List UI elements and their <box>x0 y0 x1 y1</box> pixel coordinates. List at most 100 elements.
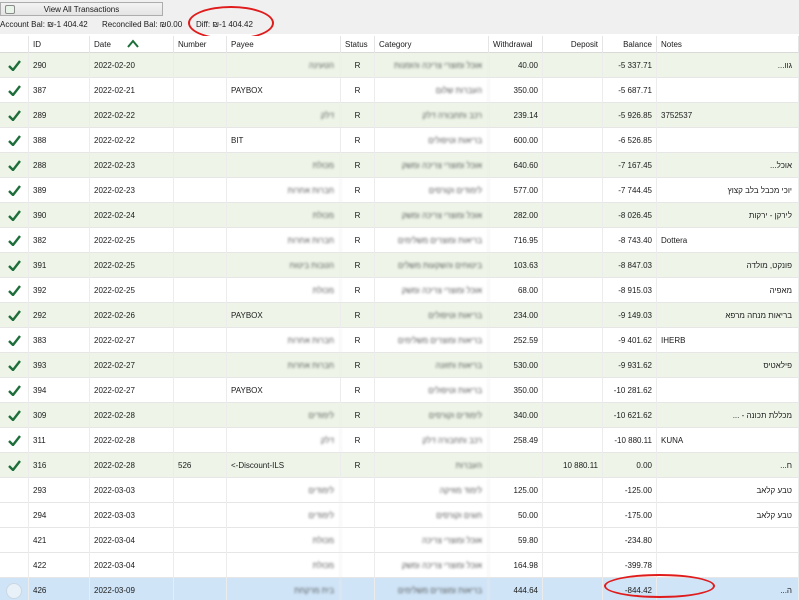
row-deposit[interactable] <box>543 228 603 253</box>
row-number[interactable] <box>174 503 227 528</box>
row-date[interactable]: 2022-03-04 <box>90 553 174 578</box>
table-row[interactable]: 387 2022-02-21 PAYBOX R העברות שלום 350.00 -5 … <box>0 78 799 103</box>
col-header-category[interactable]: Category <box>375 36 489 53</box>
row-id[interactable]: 294 <box>29 503 90 528</box>
row-notes[interactable] <box>657 528 799 553</box>
row-id[interactable]: 394 <box>29 378 90 403</box>
row-category[interactable]: בריאות וטיפולים <box>375 128 489 153</box>
row-deposit[interactable] <box>543 253 603 278</box>
row-notes[interactable]: KUNA <box>657 428 799 453</box>
row-category[interactable]: בריאות ומוצרים משלימים <box>375 578 489 600</box>
row-balance[interactable]: -10 880.11 <box>603 428 657 453</box>
row-payee[interactable]: מכולת <box>227 153 341 178</box>
col-header-number[interactable]: Number <box>174 36 227 53</box>
row-date[interactable]: 2022-02-24 <box>90 203 174 228</box>
table-row[interactable]: 394 2022-02-27 PAYBOX R בריאות וטיפולים 350.0… <box>0 378 799 403</box>
row-status[interactable] <box>341 578 375 600</box>
row-notes[interactable]: 3752537 <box>657 103 799 128</box>
row-category[interactable]: אוכל ומוצרי צריכה ומשק <box>375 153 489 178</box>
row-date[interactable]: 2022-02-28 <box>90 403 174 428</box>
row-id[interactable]: 391 <box>29 253 90 278</box>
view-all-transactions-button[interactable]: View All Transactions <box>0 2 163 16</box>
table-row[interactable]: 422 2022-03-04 מכולת אוכל ומוצרי צריכה ומשק… <box>0 553 799 578</box>
row-payee[interactable]: מכולת <box>227 553 341 578</box>
row-status[interactable]: R <box>341 403 375 428</box>
table-row[interactable]: 316 2022-02-28 526 <-Discount-ILS R העברות 10 … <box>0 453 799 478</box>
row-category[interactable]: העברות שלום <box>375 78 489 103</box>
row-notes[interactable] <box>657 553 799 578</box>
table-row[interactable]: 290 2022-02-20 הטעינה R אוכל ומוצרי צריכה וה… <box>0 53 799 78</box>
row-category[interactable]: אוכל ומוצרי צריכה ומשק <box>375 203 489 228</box>
row-id[interactable]: 422 <box>29 553 90 578</box>
row-payee[interactable]: מכולת <box>227 278 341 303</box>
col-header-status[interactable]: Status <box>341 36 375 53</box>
col-header-withdrawal[interactable]: Withdrawal <box>489 36 543 53</box>
row-id[interactable]: 426 <box>29 578 90 600</box>
row-status[interactable]: R <box>341 178 375 203</box>
row-notes[interactable]: Dottera <box>657 228 799 253</box>
row-notes[interactable]: פילאטיס <box>657 353 799 378</box>
row-deposit[interactable] <box>543 528 603 553</box>
row-number[interactable] <box>174 278 227 303</box>
table-row[interactable]: 421 2022-03-04 מכולת אוכל ומוצרי צריכה 59.80… <box>0 528 799 553</box>
row-number[interactable] <box>174 103 227 128</box>
row-withdrawal[interactable]: 258.49 <box>489 428 543 453</box>
row-deposit[interactable]: 10 880.11 <box>543 453 603 478</box>
row-check-cell[interactable] <box>0 503 29 528</box>
row-number[interactable] <box>174 153 227 178</box>
col-header-notes[interactable]: Notes <box>657 36 799 53</box>
row-balance[interactable]: -8 743.40 <box>603 228 657 253</box>
row-notes[interactable]: יוכי מכבל בלב קצוץ <box>657 178 799 203</box>
row-balance[interactable]: 0.00 <box>603 453 657 478</box>
row-id[interactable]: 388 <box>29 128 90 153</box>
table-row[interactable]: 294 2022-03-03 לימודים חוגים וקורסים 50.00 -1… <box>0 503 799 528</box>
col-header-payee[interactable]: Payee <box>227 36 341 53</box>
row-withdrawal[interactable]: 239.14 <box>489 103 543 128</box>
row-check-cell[interactable] <box>0 228 29 253</box>
row-date[interactable]: 2022-02-22 <box>90 128 174 153</box>
row-status[interactable] <box>341 528 375 553</box>
row-notes[interactable]: לירקן - ירקות <box>657 203 799 228</box>
row-deposit[interactable] <box>543 303 603 328</box>
row-check-cell[interactable] <box>0 453 29 478</box>
row-notes[interactable]: מכללת תכונה - ... <box>657 403 799 428</box>
row-check-cell[interactable] <box>0 153 29 178</box>
row-deposit[interactable] <box>543 353 603 378</box>
row-id[interactable]: 288 <box>29 153 90 178</box>
table-row[interactable]: 309 2022-02-28 לימודים R לימודים וקורסים 340.… <box>0 403 799 428</box>
row-notes[interactable]: IHERB <box>657 328 799 353</box>
row-withdrawal[interactable]: 252.59 <box>489 328 543 353</box>
row-payee[interactable]: חברות אחרות <box>227 328 341 353</box>
row-check-cell[interactable] <box>0 53 29 78</box>
row-category[interactable]: חוגים וקורסים <box>375 503 489 528</box>
row-deposit[interactable] <box>543 78 603 103</box>
row-date[interactable]: 2022-02-21 <box>90 78 174 103</box>
row-balance[interactable]: -844.42 <box>603 578 657 600</box>
row-date[interactable]: 2022-02-28 <box>90 428 174 453</box>
row-category[interactable]: בריאות ומוצרים משלימים <box>375 328 489 353</box>
row-notes[interactable]: בריאות מנחה מרפא <box>657 303 799 328</box>
row-balance[interactable]: -9 401.62 <box>603 328 657 353</box>
row-check-cell[interactable] <box>0 353 29 378</box>
row-balance[interactable]: -8 915.03 <box>603 278 657 303</box>
row-payee[interactable]: PAYBOX <box>227 378 341 403</box>
row-withdrawal[interactable]: 640.60 <box>489 153 543 178</box>
table-row[interactable]: 390 2022-02-24 מכולת R אוכל ומוצרי צריכה ומש… <box>0 203 799 228</box>
row-category[interactable]: בריאות וטיפולים <box>375 378 489 403</box>
table-row[interactable]: 311 2022-02-28 דלק R רכב ותחבורה דלק 258.49 -1… <box>0 428 799 453</box>
row-number[interactable] <box>174 128 227 153</box>
row-balance[interactable]: -9 149.03 <box>603 303 657 328</box>
row-notes[interactable]: אוכל... <box>657 153 799 178</box>
row-number[interactable] <box>174 228 227 253</box>
row-check-cell[interactable] <box>0 278 29 303</box>
row-date[interactable]: 2022-02-22 <box>90 103 174 128</box>
row-check-cell[interactable] <box>0 303 29 328</box>
table-row[interactable]: 391 2022-02-25 הטבות ביטוח R ביטוחים והשקעות… <box>0 253 799 278</box>
row-withdrawal[interactable]: 282.00 <box>489 203 543 228</box>
row-date[interactable]: 2022-02-20 <box>90 53 174 78</box>
row-check-cell[interactable] <box>0 378 29 403</box>
row-deposit[interactable] <box>543 378 603 403</box>
row-status[interactable] <box>341 503 375 528</box>
row-deposit[interactable] <box>543 278 603 303</box>
row-id[interactable]: 292 <box>29 303 90 328</box>
